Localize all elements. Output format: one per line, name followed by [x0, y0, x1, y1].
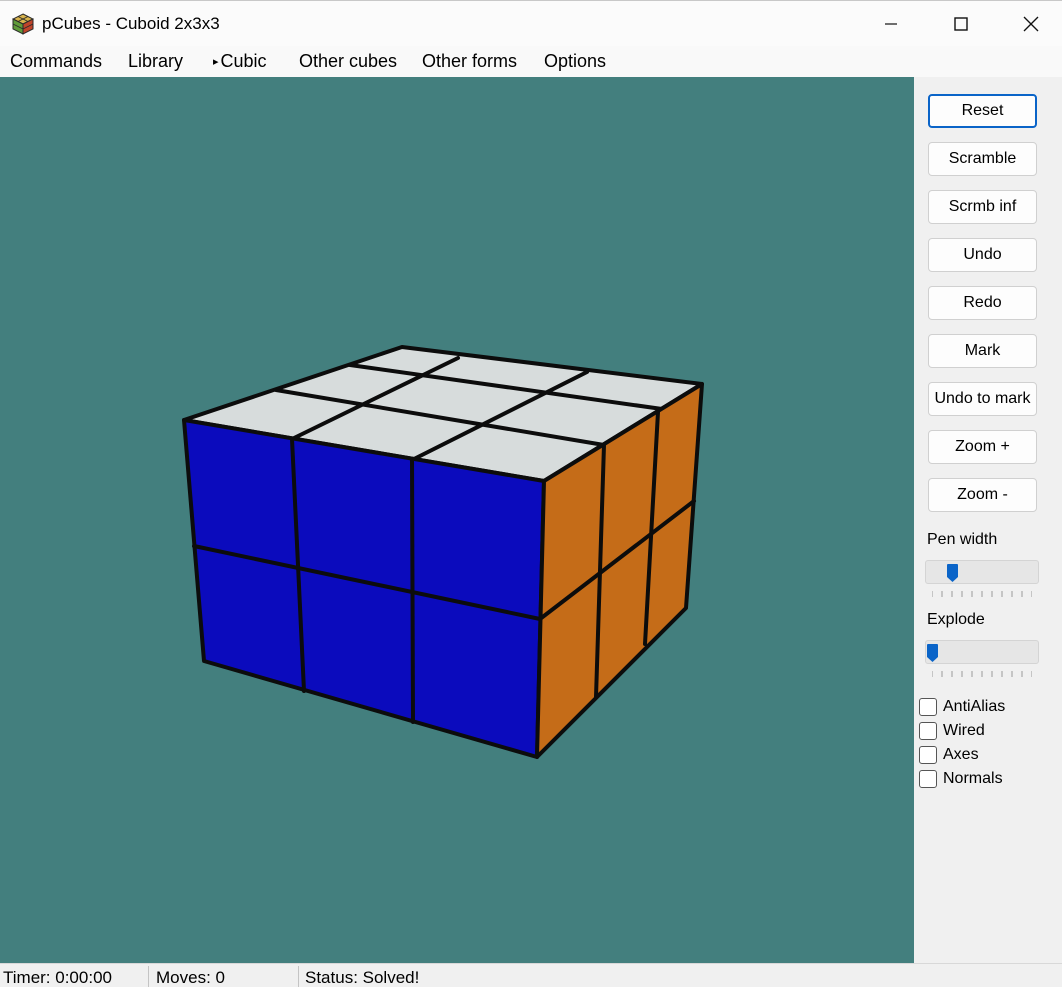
window-title: pCubes - Cuboid 2x3x3 — [42, 14, 220, 33]
normals-checkbox[interactable]: Normals — [919, 768, 1003, 790]
submenu-arrow-icon: ▸ — [213, 56, 219, 68]
scramble-infinite-button[interactable]: Scrmb inf — [928, 190, 1037, 224]
reset-button[interactable]: Reset — [928, 94, 1037, 128]
minimize-icon — [885, 23, 897, 25]
slider-thumb[interactable] — [946, 563, 959, 583]
cuboid-puzzle[interactable] — [0, 77, 914, 963]
solved-status: Status: Solved! — [305, 968, 420, 987]
pen-width-slider[interactable] — [925, 560, 1039, 597]
menu-other-cubes[interactable]: Other cubes — [297, 50, 399, 74]
checkbox-label: Wired — [943, 722, 985, 739]
minimize-button[interactable] — [856, 1, 926, 47]
checkbox-box[interactable] — [919, 698, 937, 716]
maximize-button[interactable] — [926, 1, 996, 47]
menu-other-forms[interactable]: Other forms — [420, 50, 519, 74]
close-icon — [1023, 16, 1039, 32]
scramble-button[interactable]: Scramble — [928, 142, 1037, 176]
maximize-icon — [954, 17, 968, 31]
moves-status: Moves: 0 — [156, 968, 225, 987]
antialias-checkbox[interactable]: AntiAlias — [919, 696, 1005, 718]
checkbox-box[interactable] — [919, 746, 937, 764]
puzzle-viewport[interactable] — [0, 77, 914, 963]
explode-label: Explode — [927, 611, 985, 628]
undo-button[interactable]: Undo — [928, 238, 1037, 272]
cube-app-icon — [12, 13, 34, 35]
slider-track — [925, 560, 1039, 584]
undo-to-mark-button[interactable]: Undo to mark — [928, 382, 1037, 416]
slider-track — [925, 640, 1039, 664]
mark-button[interactable]: Mark — [928, 334, 1037, 368]
redo-button[interactable]: Redo — [928, 286, 1037, 320]
control-panel: Reset Scramble Scrmb inf Undo Redo Mark … — [914, 77, 1062, 963]
checkbox-label: Normals — [943, 770, 1003, 787]
status-divider — [298, 966, 299, 987]
status-bar: Timer: 0:00:00 Moves: 0 Status: Solved! — [0, 963, 1062, 987]
checkbox-box[interactable] — [919, 770, 937, 788]
slider-ticks — [932, 671, 1032, 677]
zoom-in-button[interactable]: Zoom + — [928, 430, 1037, 464]
checkbox-box[interactable] — [919, 722, 937, 740]
close-button[interactable] — [996, 1, 1062, 47]
status-divider — [148, 966, 149, 987]
wired-checkbox[interactable]: Wired — [919, 720, 985, 742]
menu-cubic-label: Cubic — [220, 51, 267, 71]
slider-ticks — [932, 591, 1032, 597]
pen-width-label: Pen width — [927, 531, 998, 548]
front-face — [182, 418, 546, 759]
menu-options[interactable]: Options — [542, 50, 608, 74]
axes-checkbox[interactable]: Axes — [919, 744, 979, 766]
title-bar[interactable]: pCubes - Cuboid 2x3x3 — [0, 0, 1062, 46]
menu-cubic[interactable]: ▸ Cubic — [211, 50, 269, 74]
explode-slider[interactable] — [925, 640, 1039, 677]
menu-library[interactable]: Library — [126, 50, 185, 74]
checkbox-label: Axes — [943, 746, 979, 763]
menu-commands[interactable]: Commands — [8, 50, 104, 74]
slider-thumb[interactable] — [926, 643, 939, 663]
zoom-out-button[interactable]: Zoom - — [928, 478, 1037, 512]
menu-bar: Commands Library ▸ Cubic Other cubes Othe… — [0, 46, 1062, 77]
checkbox-label: AntiAlias — [943, 698, 1006, 715]
timer-status: Timer: 0:00:00 — [3, 968, 112, 987]
